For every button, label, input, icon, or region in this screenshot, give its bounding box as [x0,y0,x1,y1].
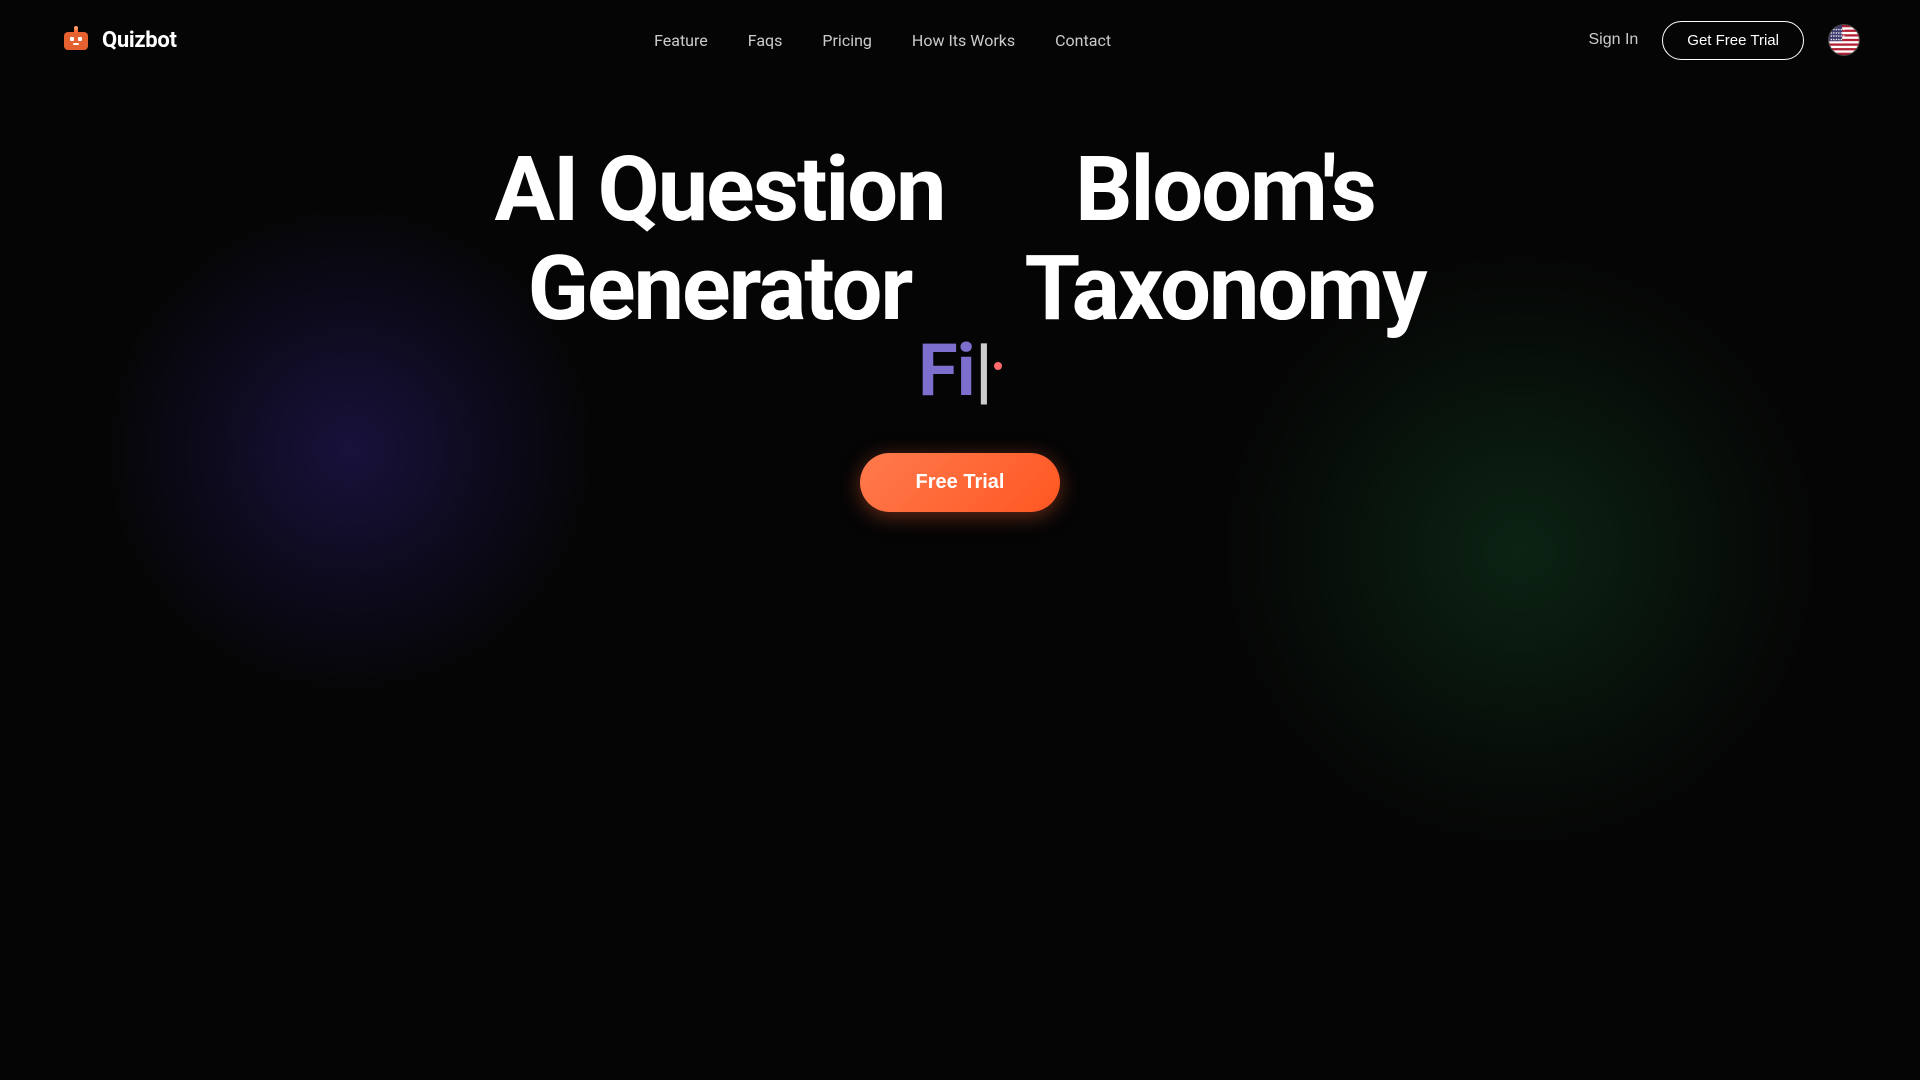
nav-right: Sign In Get Free Trial ★★★★★★ [1588,21,1860,60]
get-free-trial-button[interactable]: Get Free Trial [1662,21,1804,60]
hero-title-right: Bloom's Taxonomy [1025,140,1426,338]
animated-word: Fi| [918,328,1002,413]
nav-links: Feature Faqs Pricing How Its Works Conta… [654,31,1111,50]
logo-text: Quizbot [102,28,177,53]
sign-in-button[interactable]: Sign In [1588,31,1638,49]
hero-animated-text: Fi| [918,328,1002,413]
nav-contact[interactable]: Contact [1055,31,1111,50]
nav-faqs[interactable]: Faqs [748,31,783,50]
char-f: Fi [918,328,975,413]
navbar: Quizbot Feature Faqs Pricing How Its Wor… [0,0,1920,80]
svg-text:★★★★★: ★★★★★ [1830,37,1843,41]
nav-pricing[interactable]: Pricing [822,31,872,50]
language-selector[interactable]: ★★★★★★ ★★★★★ ★★★★★★ ★★★★★ [1828,24,1860,56]
hero-titles: AI Question Generator Bloom's Taxonomy [495,140,1426,338]
cursor-dot [994,362,1002,370]
nav-how-it-works[interactable]: How Its Works [912,31,1015,50]
us-flag-icon: ★★★★★★ ★★★★★ ★★★★★★ ★★★★★ [1828,24,1860,56]
hero-section: AI Question Generator Bloom's Taxonomy F… [0,80,1920,512]
hero-title-left: AI Question Generator [495,140,945,338]
nav-feature[interactable]: Feature [654,31,708,50]
logo-icon [60,24,92,56]
logo[interactable]: Quizbot [60,24,177,56]
char-cursor: | [975,328,992,413]
free-trial-button[interactable]: Free Trial [860,453,1061,512]
